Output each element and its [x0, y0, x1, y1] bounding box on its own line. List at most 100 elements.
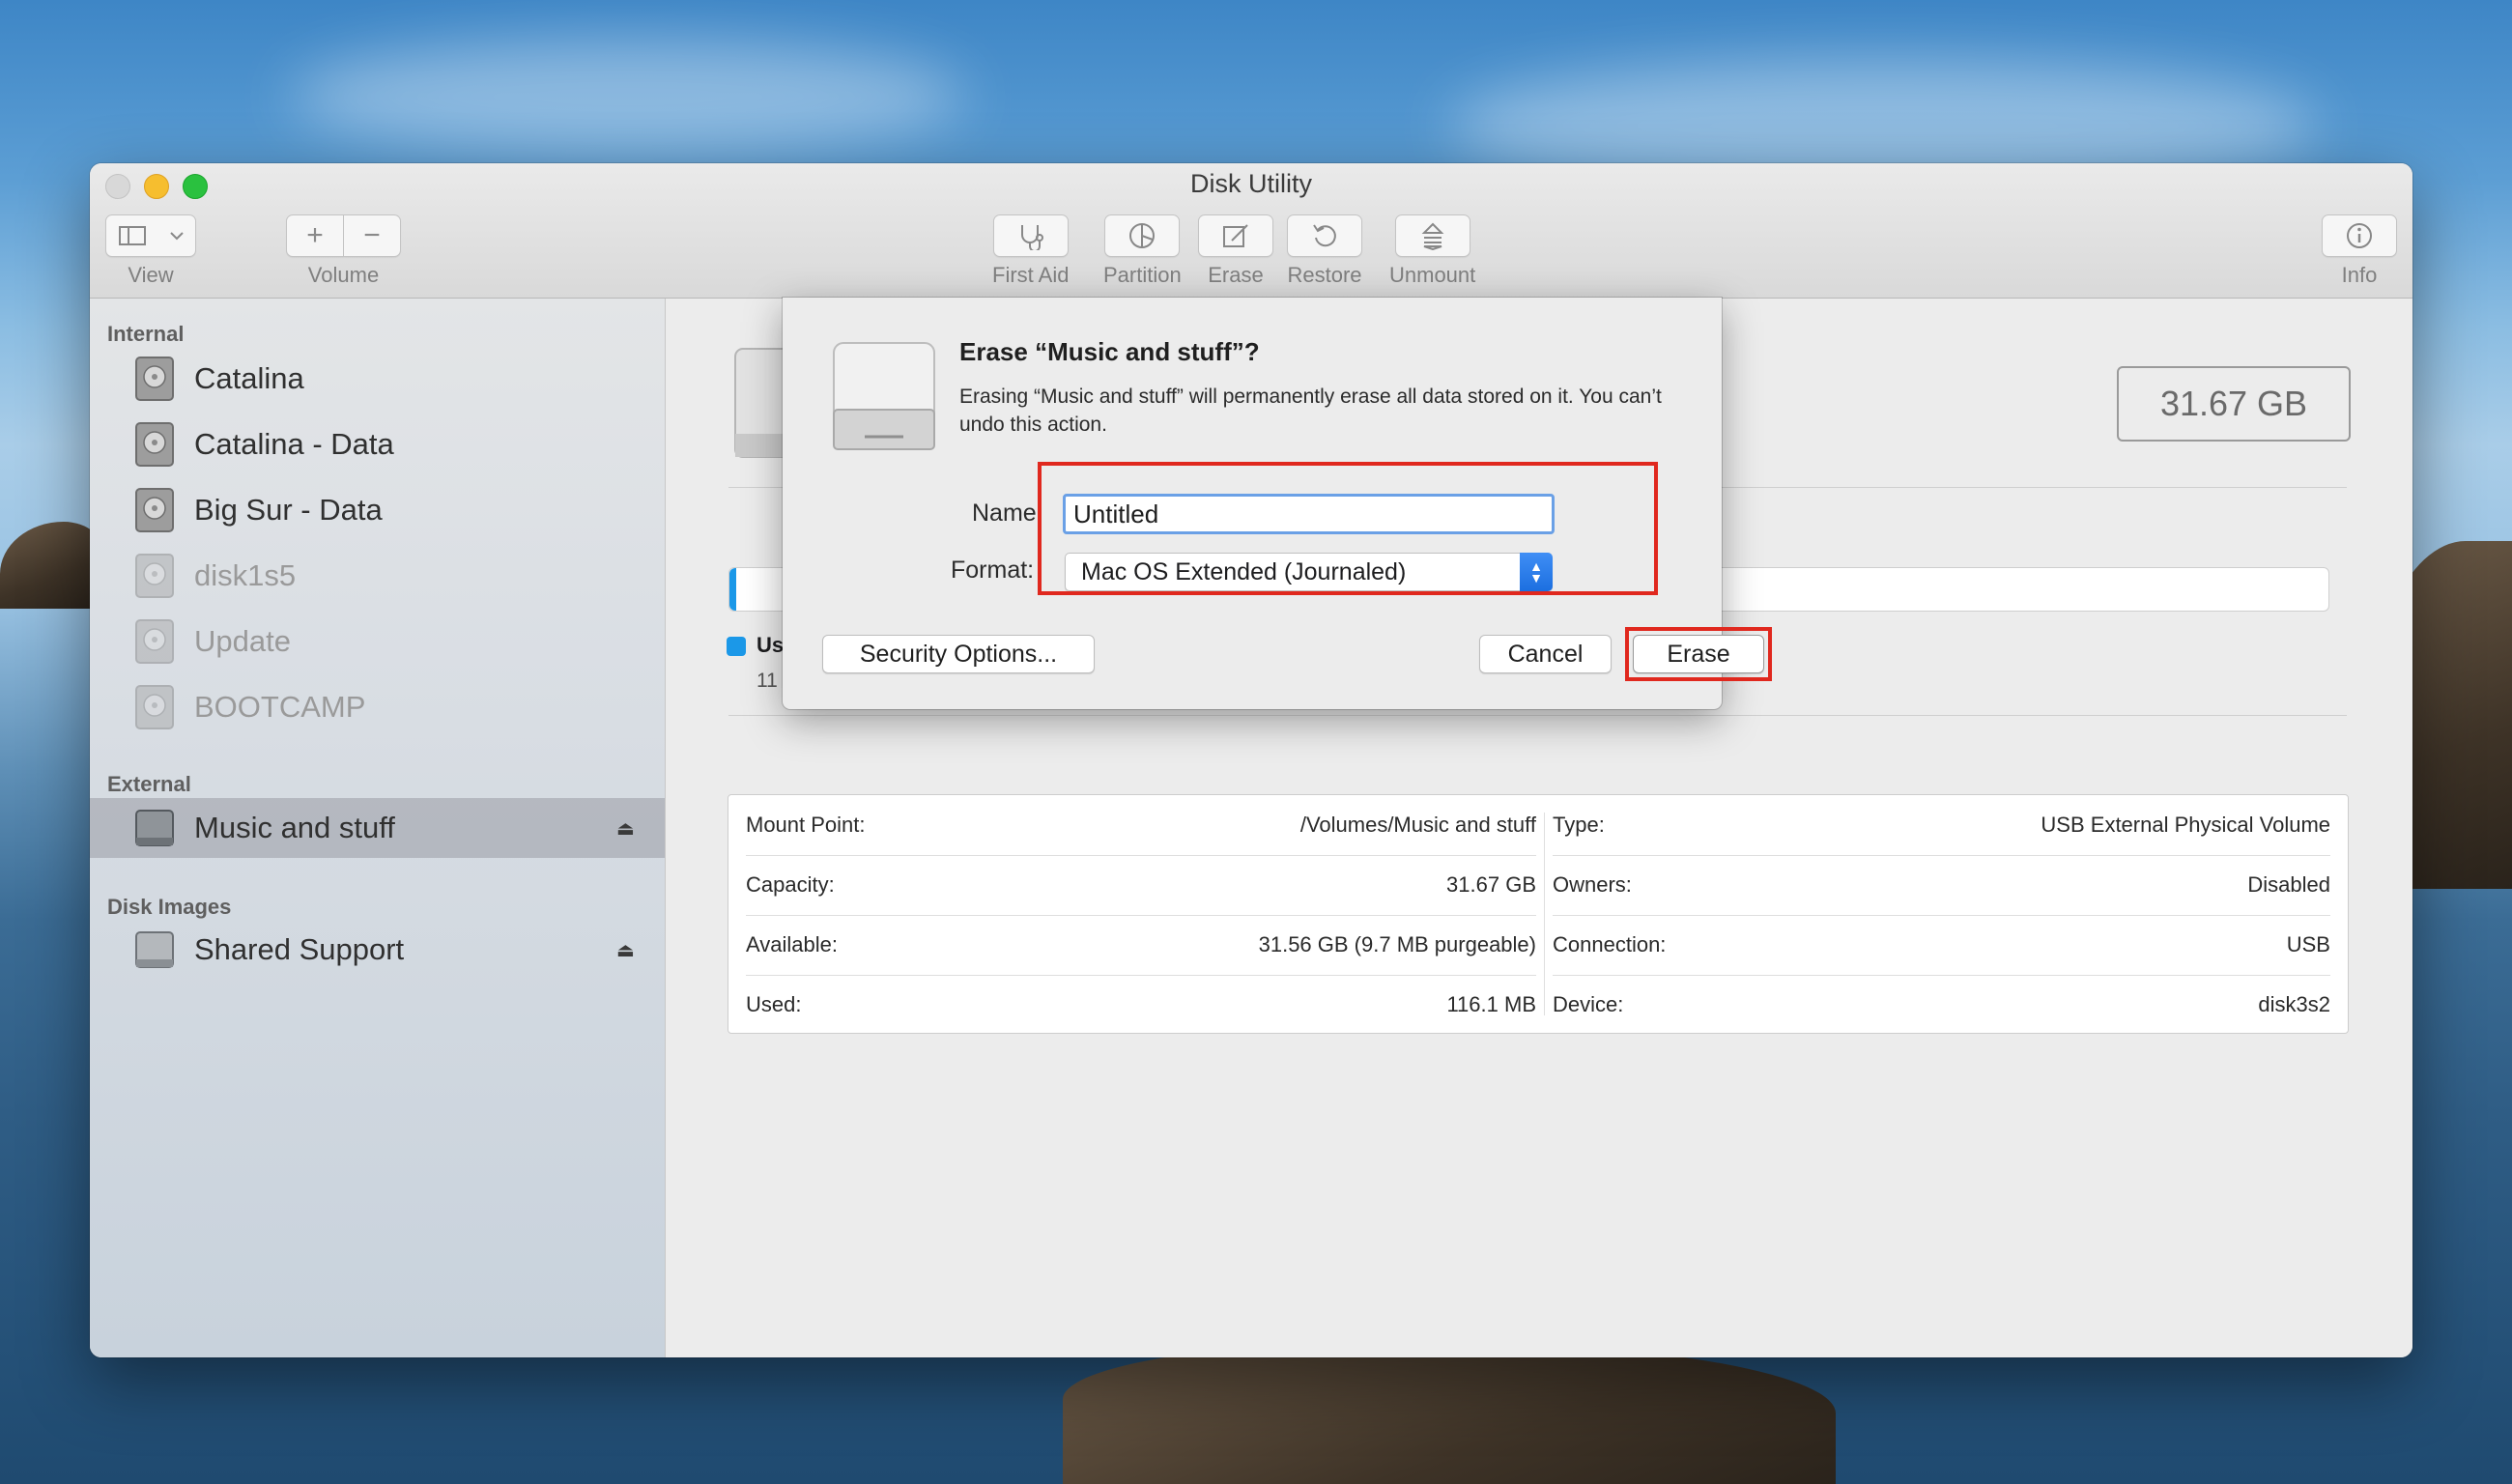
sidebar-item-music-and-stuff[interactable]: Music and stuff ⏏	[90, 798, 665, 858]
disk-utility-window: Disk Utility View + − Volume First Aid P…	[90, 163, 2412, 1357]
restore-label: Restore	[1287, 263, 1362, 287]
remove-volume-button[interactable]: −	[344, 214, 401, 257]
info-row-type: Type: USB External Physical Volume	[1553, 795, 2330, 855]
internal-disk-icon	[135, 422, 174, 467]
sidebar-item-bootcamp[interactable]: BOOTCAMP	[90, 677, 665, 737]
info-key: Capacity:	[746, 872, 835, 897]
used-legend-label: Us	[756, 633, 785, 657]
external-disk-icon	[135, 810, 174, 846]
sidebar-item-catalina-data[interactable]: Catalina - Data	[90, 414, 665, 474]
erase-toolbar-button[interactable]	[1198, 214, 1273, 257]
row-divider	[1553, 975, 2330, 976]
unmount-group[interactable]: Unmount	[1389, 214, 1475, 288]
restore-arrow-icon	[1313, 224, 1336, 247]
section-disk-images: Disk Images	[107, 895, 232, 919]
sidebar-item-label: Shared Support	[194, 932, 405, 966]
internal-disk-icon	[135, 554, 174, 598]
sidebar-item-label: BOOTCAMP	[194, 690, 366, 724]
info-group[interactable]: Info	[2322, 214, 2397, 288]
add-volume-button[interactable]: +	[286, 214, 344, 257]
info-row-connection: Connection: USB	[1553, 915, 2330, 975]
info-row-device: Device: disk3s2	[1553, 975, 2330, 1035]
unmount-label: Unmount	[1389, 263, 1476, 287]
first-aid-button[interactable]	[992, 214, 1069, 257]
internal-disk-icon	[135, 685, 174, 729]
info-row-used: Used: 116.1 MB	[746, 975, 1536, 1035]
view-group: View	[105, 214, 196, 288]
info-value: USB External Physical Volume	[2041, 813, 2330, 837]
internal-disk-icon	[135, 357, 174, 401]
internal-disk-icon	[135, 619, 174, 664]
info-value: USB	[2286, 932, 2330, 956]
pie-chart-icon	[1129, 223, 1156, 248]
erase-toolbar-label: Erase	[1208, 263, 1264, 287]
highlight-box-name-format	[1038, 462, 1658, 595]
info-row-owners: Owners: Disabled	[1553, 855, 2330, 915]
volume-group: + − Volume	[286, 214, 401, 288]
window-title: Disk Utility	[1190, 169, 1312, 198]
view-button[interactable]	[105, 214, 196, 257]
partition-button[interactable]	[1104, 214, 1181, 257]
format-label: Format:	[951, 556, 1035, 584]
internal-disk-icon	[135, 488, 174, 532]
row-divider	[1553, 915, 2330, 916]
name-label: Name:	[972, 499, 1043, 527]
view-label: View	[128, 263, 174, 287]
info-key: Connection:	[1553, 932, 1667, 956]
erase-group[interactable]: Erase	[1198, 214, 1273, 288]
divider	[728, 715, 2347, 716]
used-legend-swatch	[727, 637, 746, 656]
info-row-mount-point: Mount Point: /Volumes/Music and stuff	[746, 795, 1536, 855]
sidebar-item-catalina[interactable]: Catalina	[90, 349, 665, 409]
eject-icon[interactable]: ⏏	[616, 816, 635, 841]
sidebar-item-label: disk1s5	[194, 558, 297, 592]
info-button[interactable]	[2322, 214, 2397, 257]
sidebar-item-label: Catalina	[194, 361, 304, 395]
security-options-button[interactable]: Security Options...	[822, 635, 1095, 673]
sidebar: Internal Catalina Catalina - Data Big Su…	[90, 299, 666, 1357]
info-row-capacity: Capacity: 31.67 GB	[746, 855, 1536, 915]
unmount-button[interactable]	[1394, 214, 1470, 257]
restore-button[interactable]	[1287, 214, 1362, 257]
info-label: Info	[2341, 263, 2378, 287]
partition-group[interactable]: Partition	[1103, 214, 1182, 288]
drive-icon	[833, 342, 935, 450]
cancel-button[interactable]: Cancel	[1479, 635, 1612, 673]
dialog-message: Erasing “Music and stuff” will permanent…	[959, 385, 1662, 436]
info-value: Disabled	[2247, 872, 2330, 897]
plus-icon: +	[306, 219, 324, 251]
partition-label: Partition	[1103, 263, 1182, 287]
sidebar-icon	[118, 226, 146, 245]
info-key: Used:	[746, 992, 802, 1016]
info-icon	[2347, 223, 2372, 248]
titlebar: Disk Utility View + − Volume First Aid P…	[90, 163, 2412, 299]
info-key: Device:	[1553, 992, 1624, 1016]
erase-pencil-icon	[1223, 224, 1248, 247]
cloud	[290, 39, 966, 155]
row-divider	[746, 975, 1536, 976]
info-value: /Volumes/Music and stuff	[1299, 813, 1536, 837]
sidebar-item-shared-support[interactable]: Shared Support ⏏	[90, 920, 665, 980]
info-key: Type:	[1553, 813, 1605, 837]
sidebar-item-big-sur-data[interactable]: Big Sur - Data	[90, 480, 665, 540]
usage-bar-fill	[729, 568, 736, 611]
row-divider	[746, 855, 1536, 856]
island-bottom	[1063, 1343, 1836, 1484]
minus-icon: −	[363, 219, 381, 251]
first-aid-group[interactable]: First Aid	[992, 214, 1069, 288]
unmount-icon	[1421, 222, 1444, 250]
sidebar-item-label: Music and stuff	[194, 811, 395, 844]
eject-icon[interactable]: ⏏	[616, 938, 635, 962]
sidebar-item-label: Catalina - Data	[194, 427, 394, 461]
info-value: 31.67 GB	[1446, 872, 1536, 897]
sidebar-item-update[interactable]: Update	[90, 612, 665, 671]
info-row-available: Available: 31.56 GB (9.7 MB purgeable)	[746, 915, 1536, 975]
info-key: Mount Point:	[746, 813, 866, 837]
sidebar-item-disk1s5[interactable]: disk1s5	[90, 546, 665, 606]
capacity-badge: 31.67 GB	[2117, 366, 2351, 442]
restore-group[interactable]: Restore	[1287, 214, 1362, 288]
volume-label: Volume	[307, 263, 380, 287]
info-value: disk3s2	[2258, 992, 2330, 1016]
section-internal: Internal	[107, 322, 185, 346]
row-divider	[746, 915, 1536, 916]
